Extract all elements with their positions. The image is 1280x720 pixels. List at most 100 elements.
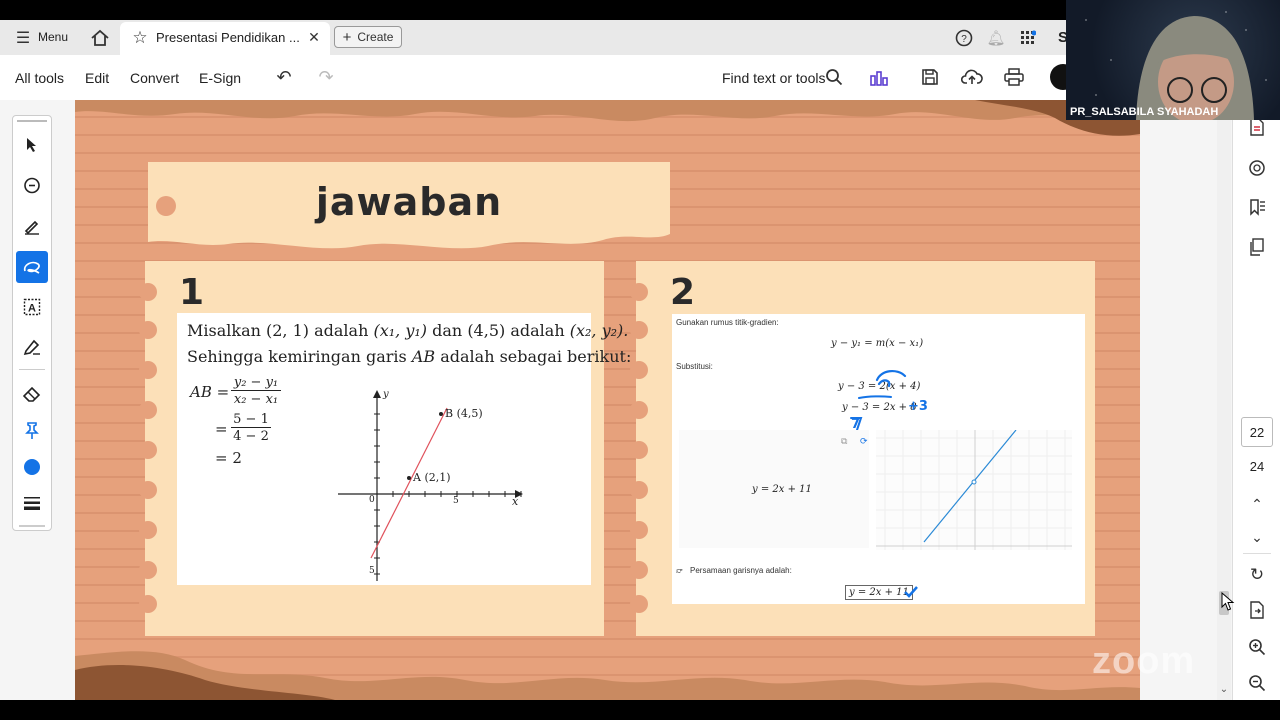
zoom-out-icon[interactable] <box>1247 673 1267 693</box>
select-cursor-icon[interactable] <box>17 130 47 160</box>
math-fragment: (2, 1) <box>266 321 310 340</box>
card-hole <box>139 283 157 301</box>
add-comment-icon[interactable] <box>17 171 47 201</box>
card-hole <box>139 561 157 579</box>
create-label: Create <box>357 30 394 44</box>
panel-divider <box>1243 553 1271 554</box>
help-icon[interactable]: ? <box>955 29 973 47</box>
card-hole <box>630 441 648 459</box>
annotation-plus-3: +3 <box>908 399 928 414</box>
eraser-icon[interactable] <box>17 380 47 410</box>
sign-pen-icon[interactable] <box>17 332 47 362</box>
participant-name: PR_SALSABILA SYAHADAH <box>1070 106 1219 118</box>
copy-icon[interactable]: ⧉ <box>841 436 847 447</box>
answer-label: Persamaan garisnya adalah: <box>690 566 792 575</box>
mini-graph <box>876 430 1072 550</box>
hamburger-menu-icon[interactable]: ☰ <box>14 29 32 47</box>
panel-grip-bottom <box>19 525 45 527</box>
extract-page-icon[interactable] <box>1247 600 1267 620</box>
home-icon[interactable] <box>89 27 111 49</box>
apps-grid-icon[interactable] <box>1019 29 1037 47</box>
all-tools-menu[interactable]: All tools <box>15 70 64 86</box>
star-icon[interactable]: ☆ <box>130 28 150 48</box>
checkmark-icon <box>904 586 918 598</box>
tab-title[interactable]: Presentasi Pendidikan ... <box>156 30 300 45</box>
svg-text:?: ? <box>961 34 967 45</box>
next-page-icon[interactable]: ⌄ <box>1247 527 1267 547</box>
coordinate-graph <box>338 390 523 581</box>
card-hole <box>630 481 648 499</box>
card-hole <box>139 595 157 613</box>
draw-freehand-icon[interactable] <box>16 251 48 283</box>
share-icon[interactable]: ⟳ <box>860 436 868 447</box>
math-fragment: (x₁, y₁) <box>373 321 428 340</box>
answer-number-2: 2 <box>670 272 696 313</box>
graph-origin-label: 0 <box>369 495 375 505</box>
find-text-or-tools[interactable]: Find text or tools <box>722 70 826 86</box>
point-b-label: B (4,5) <box>445 407 483 420</box>
final-answer-box: y = 2x + 11 <box>845 585 913 600</box>
print-icon[interactable] <box>1004 67 1024 87</box>
result-equation: y = 2x + 11 <box>752 484 812 495</box>
menu-label[interactable]: Menu <box>38 30 68 44</box>
esign-menu[interactable]: E-Sign <box>199 70 241 86</box>
answer-1-line-2: Sehingga kemiringan garis AB adalah seba… <box>187 347 631 366</box>
equation-2-numerator: 5 − 1 <box>231 412 271 428</box>
close-tab-icon[interactable]: ✕ <box>306 29 322 45</box>
pages-icon[interactable] <box>1247 237 1267 257</box>
point-a-label: A (2,1) <box>413 471 451 484</box>
text-fragment: adalah <box>314 321 369 340</box>
card-hole <box>630 401 648 419</box>
upload-cloud-icon[interactable] <box>961 67 983 87</box>
graph-x-tick-5: 5 <box>453 496 459 506</box>
bell-icon[interactable]: 🔔︎ <box>986 29 1005 47</box>
text-fragment: adalah sebagai berikut: <box>440 347 632 366</box>
tools-divider <box>19 369 45 370</box>
search-icon[interactable] <box>824 67 844 87</box>
pointing-hand-icon: 👉︎ <box>676 565 683 575</box>
card-hole <box>139 361 157 379</box>
ai-assistant-icon[interactable] <box>868 67 890 89</box>
graph-y-tick-5: 5 <box>369 566 375 576</box>
undo-icon[interactable]: ↶ <box>273 67 295 87</box>
rotate-icon[interactable]: ↻ <box>1247 565 1267 585</box>
graph-x-label: x <box>512 495 519 508</box>
y-axis-arrow <box>373 390 381 398</box>
quick-tools-panel: A <box>12 115 52 531</box>
text-fragment: Sehingga kemiringan garis <box>187 347 407 366</box>
save-icon[interactable] <box>920 67 940 87</box>
edit-pdf-icon[interactable] <box>1247 117 1267 137</box>
convert-menu[interactable]: Convert <box>130 70 179 86</box>
math-fragment: (4,5) <box>467 321 506 340</box>
page-total: 24 <box>1249 459 1265 474</box>
stroke-width-icon[interactable] <box>17 488 47 518</box>
mouse-cursor-icon <box>1221 592 1235 611</box>
equals-sign: = <box>215 420 228 438</box>
text-box-icon[interactable]: A <box>17 292 47 322</box>
equation-2-denominator: 4 − 2 <box>233 429 269 444</box>
card-hole <box>630 521 648 539</box>
page-number-input[interactable]: 22 <box>1241 417 1273 447</box>
graph-y-label: y <box>383 389 389 400</box>
edit-menu[interactable]: Edit <box>85 70 109 86</box>
zoom-in-icon[interactable] <box>1247 637 1267 657</box>
scroll-down-arrow-icon[interactable]: ⌄ <box>1218 684 1230 696</box>
previous-page-icon[interactable]: ⌃ <box>1247 494 1267 514</box>
pin-icon[interactable] <box>17 416 47 446</box>
card-hole <box>139 401 157 419</box>
participant-silhouette <box>1085 11 1267 120</box>
text-fragment: Misalkan <box>187 321 261 340</box>
point-slope-formula: y − y₁ = m(x − x₁) <box>831 338 924 349</box>
create-button[interactable]: + Create <box>334 26 402 48</box>
color-picker-icon[interactable] <box>17 452 47 482</box>
card-hole <box>630 283 648 301</box>
bookmark-icon[interactable] <box>1247 197 1267 217</box>
highlight-pen-icon[interactable] <box>17 211 47 241</box>
card-hole <box>630 321 648 339</box>
card-hole <box>139 481 157 499</box>
answer-2-intro: Gunakan rumus titik-gradien: <box>676 318 779 327</box>
card-hole <box>630 595 648 613</box>
comment-icon[interactable] <box>1247 158 1267 178</box>
redo-icon[interactable]: ↷ <box>315 67 337 87</box>
math-fragment: (x₂, y₂). <box>569 321 629 340</box>
